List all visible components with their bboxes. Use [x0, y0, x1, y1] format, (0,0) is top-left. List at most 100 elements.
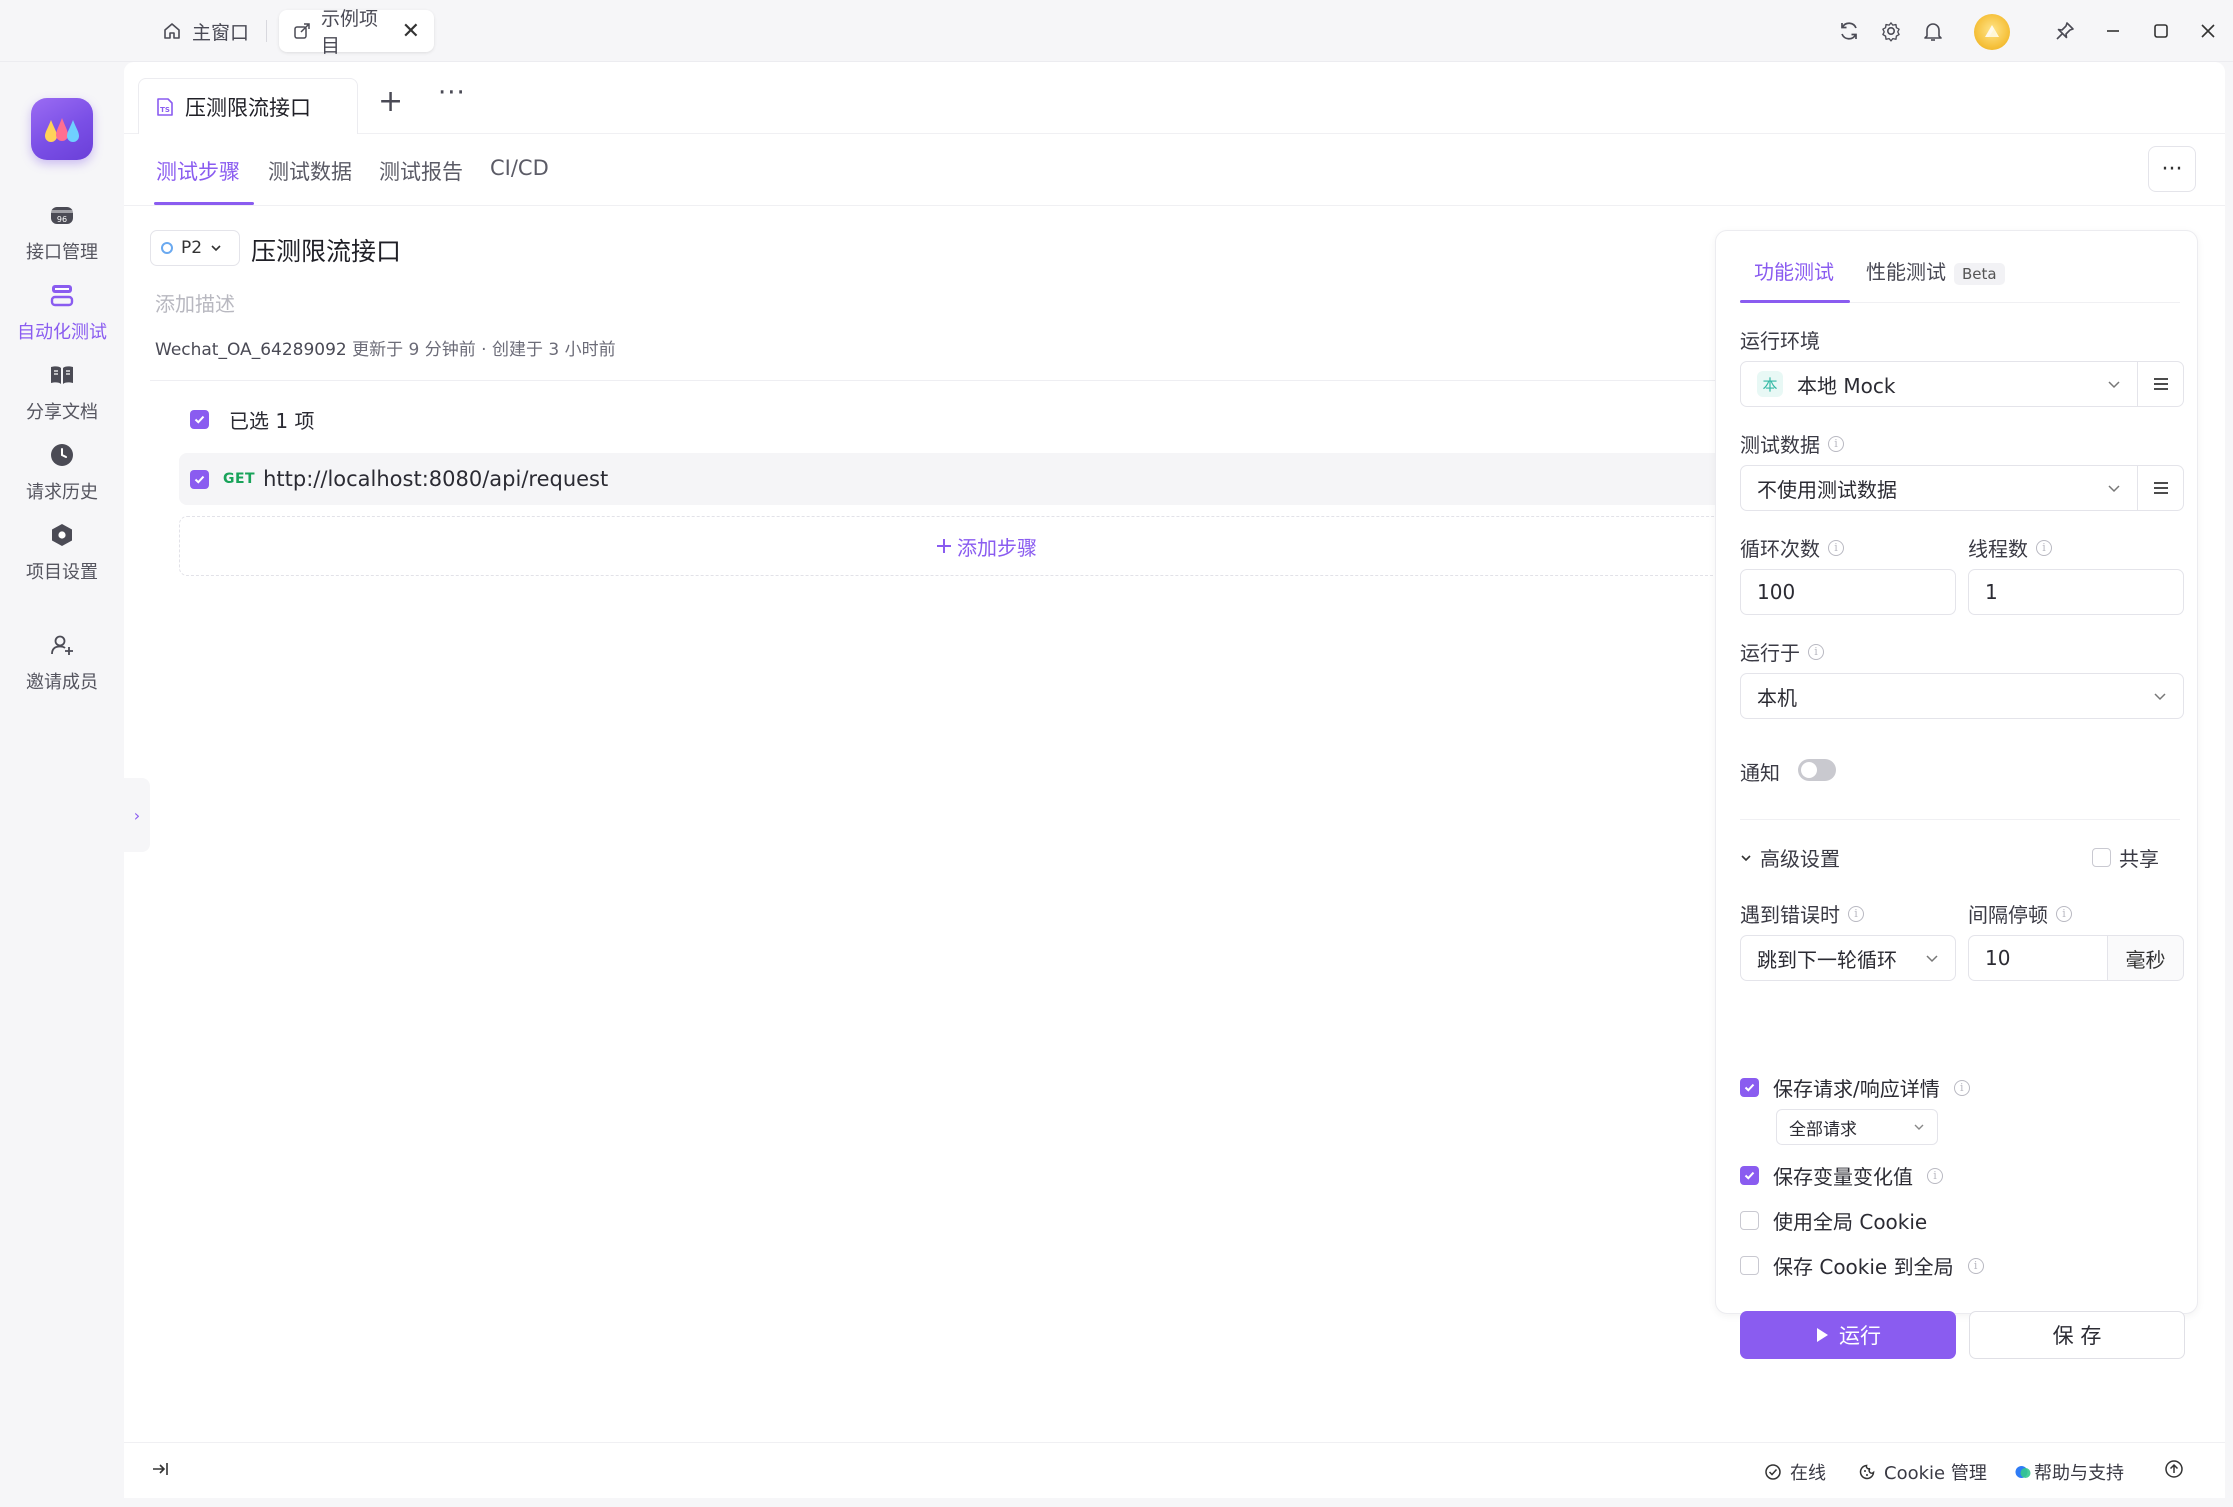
run-on-select[interactable]: 本机 — [1740, 673, 2184, 719]
advanced-settings-toggle[interactable]: 高级设置 — [1740, 843, 1840, 872]
info-icon[interactable]: i — [2056, 905, 2072, 922]
notify-toggle[interactable] — [1798, 759, 1836, 781]
title-bar: 主窗口 示例项目 ✕ — [0, 0, 2233, 62]
add-step-button[interactable]: 添加步骤 — [179, 516, 1793, 576]
collapse-sidebar-icon[interactable] — [150, 1459, 170, 1479]
sidebar-item-docs[interactable]: 分享文档 — [0, 360, 124, 424]
save-details-checkbox[interactable] — [1740, 1078, 1759, 1097]
save-vars-checkbox[interactable] — [1740, 1166, 1759, 1185]
app-logo[interactable] — [31, 98, 93, 160]
run-on-label: 运行于 i — [1740, 637, 1824, 666]
chat-icon — [2014, 1463, 2032, 1481]
global-cookie-option[interactable]: 使用全局 Cookie — [1740, 1206, 1927, 1235]
pin-icon[interactable] — [2050, 16, 2080, 46]
threads-label-text: 线程数 — [1968, 537, 2028, 561]
test-step-row[interactable]: GET http://localhost:8080/api/request — [179, 453, 1793, 505]
chevron-down-icon — [2107, 377, 2121, 391]
tab-label: 性能测试 — [1866, 260, 1946, 284]
run-button-label: 运行 — [1839, 1324, 1881, 1348]
save-button[interactable]: 保 存 — [1969, 1311, 2185, 1359]
info-icon[interactable]: i — [1808, 643, 1824, 660]
save-details-scope-select[interactable]: 全部请求 — [1776, 1109, 1938, 1145]
more-options-button[interactable]: ··· — [2148, 146, 2196, 192]
info-icon[interactable]: i — [1828, 435, 1844, 452]
interval-input[interactable]: 10 — [1968, 935, 2108, 981]
sidebar-item-automation[interactable]: 自动化测试 — [0, 280, 124, 344]
threads-input[interactable]: 1 — [1968, 569, 2184, 615]
online-label: 在线 — [1790, 1463, 1826, 1484]
list-icon — [2152, 479, 2170, 497]
close-icon[interactable] — [2193, 16, 2223, 46]
cookie-manager[interactable]: Cookie 管理 — [1858, 1459, 1987, 1485]
tab-performance-test[interactable]: 性能测试 Beta — [1866, 256, 2005, 285]
active-tab-indicator — [154, 202, 254, 205]
test-data-label: 测试数据 i — [1740, 429, 1844, 458]
info-icon[interactable]: i — [1953, 1079, 1970, 1096]
info-icon[interactable]: i — [1927, 1167, 1943, 1184]
select-all-checkbox[interactable] — [190, 410, 209, 429]
save-vars-option[interactable]: 保存变量变化值 i — [1740, 1161, 1943, 1190]
save-cookie-checkbox[interactable] — [1740, 1256, 1759, 1275]
maximize-icon[interactable] — [2146, 16, 2176, 46]
info-icon[interactable]: i — [1828, 539, 1844, 556]
run-button[interactable]: 运行 — [1740, 1311, 1956, 1359]
document-tab[interactable]: TS 压测限流接口 — [138, 78, 358, 134]
run-config-panel: 功能测试 性能测试 Beta 运行环境 本 本地 Mock 测试数据 i 不使用测试… — [1715, 230, 2198, 1359]
document-tab-bar: TS 压测限流接口 + ··· — [124, 62, 2225, 134]
minimize-icon[interactable] — [2098, 16, 2128, 46]
save-cookie-label: 保存 Cookie 到全局 — [1773, 1255, 1954, 1279]
sidebar-item-project-settings[interactable]: 项目设置 — [0, 520, 124, 584]
environment-select[interactable]: 本 本地 Mock — [1740, 361, 2138, 407]
help-label: 帮助与支持 — [2034, 1463, 2124, 1484]
avatar[interactable] — [1974, 14, 2010, 50]
info-icon[interactable]: i — [1967, 1257, 1984, 1274]
window-tab-project[interactable]: 示例项目 ✕ — [279, 8, 434, 57]
test-data-select[interactable]: 不使用测试数据 — [1740, 465, 2138, 511]
tab-functional-test[interactable]: 功能测试 — [1754, 256, 1834, 285]
settings-icon[interactable] — [1876, 16, 1906, 46]
info-icon[interactable]: i — [1848, 905, 1864, 922]
sidebar-item-history[interactable]: 请求历史 — [0, 440, 124, 504]
sidebar: 96 接口管理 自动化测试 分享文档 请求历史 项目设置 邀请成员 — [0, 62, 124, 1507]
list-icon — [2152, 375, 2170, 393]
sidebar-item-invite[interactable]: 邀请成员 — [0, 630, 124, 694]
step-checkbox[interactable] — [190, 469, 209, 489]
close-tab-icon[interactable]: ✕ — [402, 19, 420, 44]
sidebar-item-label: 接口管理 — [26, 242, 98, 263]
expand-sidebar-handle[interactable]: › — [124, 778, 150, 852]
tab-test-report[interactable]: 测试报告 — [379, 156, 463, 186]
more-tabs-icon[interactable]: ··· — [438, 78, 466, 108]
tab-test-steps[interactable]: 测试步骤 — [156, 156, 240, 186]
new-tab-button[interactable]: + — [378, 84, 403, 119]
window-tab-label: 示例项目 — [321, 8, 379, 57]
tab-ci-cd[interactable]: CI/CD — [490, 156, 549, 180]
global-cookie-checkbox[interactable] — [1740, 1211, 1759, 1230]
test-data-manage-button[interactable] — [2138, 465, 2184, 511]
save-cookie-option[interactable]: 保存 Cookie 到全局 i — [1740, 1251, 1984, 1280]
upgrade-icon[interactable] — [2164, 1459, 2184, 1479]
environment-value: 本地 Mock — [1797, 373, 1896, 398]
online-status[interactable]: 在线 — [1764, 1459, 1826, 1485]
divider — [1740, 819, 2180, 820]
sidebar-item-api[interactable]: 96 接口管理 — [0, 200, 124, 264]
play-icon — [1815, 1327, 1829, 1343]
help-support[interactable]: 帮助与支持 — [2014, 1459, 2124, 1485]
refresh-icon[interactable] — [1834, 16, 1864, 46]
environment-manage-button[interactable] — [2138, 361, 2184, 407]
priority-select[interactable]: P2 — [150, 230, 240, 266]
info-icon[interactable]: i — [2036, 539, 2052, 556]
bell-icon[interactable] — [1918, 16, 1948, 46]
on-error-select[interactable]: 跳到下一轮循环 — [1740, 935, 1956, 981]
window-tab-home[interactable]: 主窗口 — [148, 10, 263, 52]
select-all-row[interactable]: 已选 1 项 — [190, 405, 314, 434]
save-vars-label: 保存变量变化值 — [1773, 1165, 1913, 1189]
test-case-title[interactable]: 压测限流接口 — [251, 232, 401, 268]
main-panel: TS 压测限流接口 + ··· 测试步骤 测试数据 测试报告 CI/CD ···… — [124, 62, 2225, 1496]
add-description-field[interactable]: 添加描述 — [155, 288, 235, 317]
share-checkbox[interactable] — [2092, 848, 2111, 867]
tab-test-data[interactable]: 测试数据 — [268, 156, 352, 186]
save-details-option[interactable]: 保存请求/响应详情 i — [1740, 1073, 1970, 1102]
run-mode-tabs: 功能测试 性能测试 Beta — [1740, 231, 2180, 303]
loops-input[interactable]: 100 — [1740, 569, 1956, 615]
share-option[interactable]: 共享 — [2092, 843, 2159, 872]
